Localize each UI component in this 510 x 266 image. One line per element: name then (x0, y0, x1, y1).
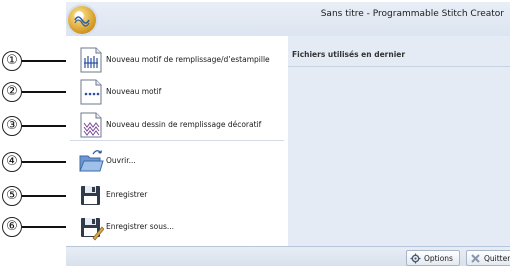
recent-files-divider (288, 66, 510, 67)
options-label: Options (424, 254, 453, 263)
menu-item-label: Enregistrer (106, 190, 148, 199)
callout-6: ⑥ (2, 217, 22, 237)
menu-item-open[interactable]: Ouvrir... (78, 147, 283, 175)
callout-3: ③ (2, 116, 22, 136)
new-decorative-fill-icon (80, 112, 102, 138)
application-menu-button[interactable] (68, 6, 96, 34)
app-logo-icon (74, 16, 90, 27)
menu-item-new-fill-stamp[interactable]: Nouveau motif de remplissage/d’estampill… (78, 46, 283, 74)
callout-1: ① (2, 51, 22, 71)
menu-item-label: Ouvrir... (106, 156, 136, 165)
menu-separator (70, 140, 284, 141)
menu-item-new-motif[interactable]: Nouveau motif (78, 78, 283, 106)
file-menu-panel: Nouveau motif de remplissage/d’estampill… (66, 36, 289, 246)
options-button[interactable]: Options (406, 250, 460, 266)
gear-icon (410, 253, 421, 264)
window-title: Sans titre - Programmable Stitch Creator (320, 9, 504, 19)
recent-files-panel: Fichiers utilisés en dernier (288, 36, 510, 246)
menu-item-save-as[interactable]: Enregistrer sous... (78, 213, 283, 241)
callout-2: ② (2, 82, 22, 102)
title-bar: Sans titre - Programmable Stitch Creator (66, 2, 510, 37)
callout-4: ④ (2, 152, 22, 172)
recent-files-title: Fichiers utilisés en dernier (292, 50, 406, 59)
save-icon (81, 186, 100, 205)
quit-button[interactable]: Quitter (466, 250, 510, 266)
menu-item-label: Nouveau dessin de remplissage décoratif (106, 120, 262, 129)
new-motif-icon (80, 79, 102, 105)
menu-item-label: Enregistrer sous... (106, 222, 175, 231)
quit-label: Quitter (484, 254, 510, 263)
save-as-icon (81, 218, 104, 241)
menu-item-label: Nouveau motif (106, 87, 162, 96)
menu-footer: Options Quitter (66, 246, 510, 266)
menu-item-label: Nouveau motif de remplissage/d’estampill… (106, 55, 270, 64)
app-window: Sans titre - Programmable Stitch Creator… (66, 2, 510, 266)
open-folder-icon (79, 150, 104, 172)
menu-item-new-decorative-fill[interactable]: Nouveau dessin de remplissage décoratif (78, 111, 283, 139)
new-fill-stamp-pattern-icon (80, 47, 102, 73)
callout-5: ⑤ (2, 186, 22, 206)
close-icon (471, 254, 480, 263)
menu-item-save[interactable]: Enregistrer (78, 181, 283, 209)
